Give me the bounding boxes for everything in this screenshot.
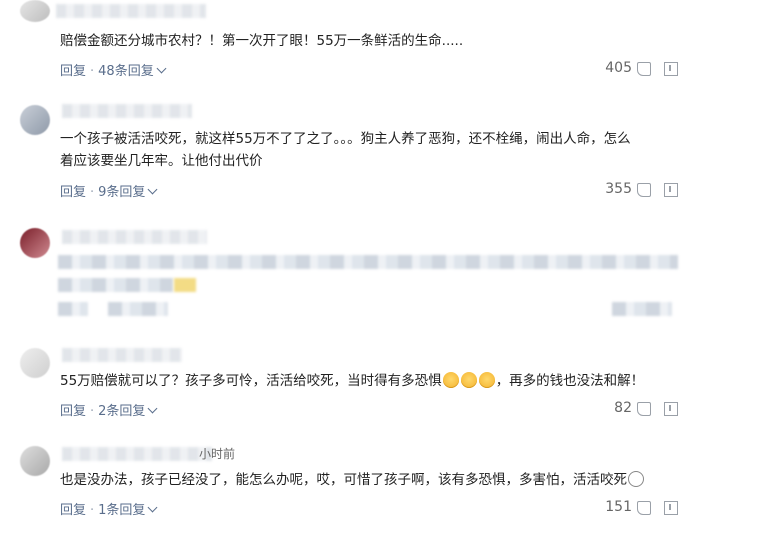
reply-button[interactable]: 回复	[60, 64, 86, 79]
report-icon[interactable]	[664, 402, 678, 416]
chevron-down-icon	[156, 63, 167, 74]
comment-text: 赔偿金额还分城市农村？！第一次开了眼！55万一条鲜活的生命.....	[60, 33, 464, 49]
thumbs-up-icon[interactable]	[637, 402, 651, 416]
like-count: 151	[605, 499, 632, 515]
like-count: 405	[605, 60, 632, 76]
avatar[interactable]	[20, 0, 50, 22]
chevron-down-icon	[147, 184, 158, 195]
comment-actions: 回复 · 9条回复	[60, 181, 158, 200]
blurred-like-area	[612, 302, 672, 316]
avatar[interactable]	[20, 105, 50, 135]
avatar[interactable]	[20, 446, 50, 476]
report-icon[interactable]	[664, 183, 678, 197]
like-count: 355	[605, 181, 632, 197]
blurred-username	[56, 4, 206, 18]
blurred-username	[62, 230, 207, 244]
avatar[interactable]	[20, 228, 50, 258]
chevron-down-icon	[147, 502, 158, 513]
like-count: 82	[614, 400, 632, 416]
comment-actions: 回复 · 48条回复	[60, 60, 167, 79]
comment-actions: 回复 · 1条回复	[60, 499, 158, 518]
chevron-down-icon	[147, 403, 158, 414]
crying-face-emoji	[442, 372, 459, 388]
blurred-actions	[58, 302, 88, 316]
blurred-comment-text	[58, 278, 173, 292]
reply-button[interactable]: 回复	[60, 503, 86, 518]
view-replies-link[interactable]: 48条回复	[98, 63, 167, 79]
view-replies-link[interactable]: 1条回复	[98, 502, 158, 518]
thumbs-up-icon[interactable]	[637, 183, 651, 197]
thumbs-up-icon[interactable]	[637, 62, 651, 76]
comment-text: 一个孩子被活活咬死，就这样55万不了了之了。。。狗主人养了恶狗，还不栓绳，闹出人…	[60, 131, 631, 169]
avatar[interactable]	[20, 348, 50, 378]
thumbs-up-icon[interactable]	[637, 501, 651, 515]
blurred-emoji	[174, 278, 196, 292]
blurred-username	[62, 447, 212, 461]
blurred-username	[62, 348, 182, 362]
view-replies-link[interactable]: 2条回复	[98, 403, 158, 419]
blurred-comment-text	[58, 255, 678, 269]
report-icon[interactable]	[664, 62, 678, 76]
reply-button[interactable]: 回复	[60, 404, 86, 419]
blurred-username	[62, 104, 192, 118]
blurred-actions	[108, 302, 168, 316]
comment-text: 也是没办法，孩子已经没了，能怎么办呢，哎，可惜了孩子啊，该有多恐惧，多害怕，活活…	[60, 469, 690, 491]
crying-face-emoji	[478, 372, 495, 388]
report-icon[interactable]	[664, 501, 678, 515]
comment-text: 55万赔偿就可以了？孩子多可怜，活活给咬死，当时得有多恐惧 ，再多的钱也没法和解！	[60, 372, 645, 389]
view-replies-link[interactable]: 9条回复	[98, 184, 158, 200]
smile-emoji	[628, 471, 644, 487]
crying-face-emoji	[460, 372, 477, 388]
reply-button[interactable]: 回复	[60, 185, 86, 200]
comment-time: 小时前	[199, 447, 236, 461]
comment-actions: 回复 · 2条回复	[60, 400, 158, 419]
